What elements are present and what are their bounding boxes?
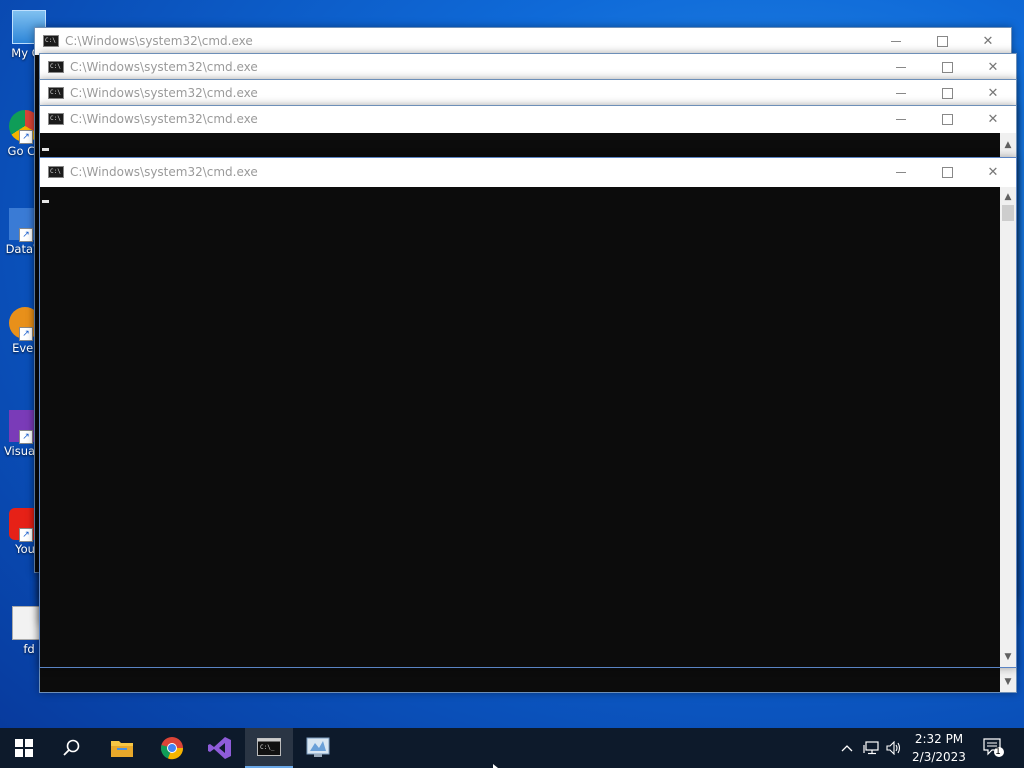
command-prompt-icon: C:\_ [257, 738, 281, 756]
visual-studio-icon [208, 737, 231, 759]
shortcut-arrow-icon: ↗ [19, 228, 33, 242]
chevron-up-icon [841, 745, 853, 752]
title-bar[interactable]: C:\ C:\Windows\system32\cmd.exe ✕ [40, 158, 1016, 187]
close-icon: ✕ [982, 34, 994, 49]
close-icon: ✕ [987, 112, 999, 127]
network-icon [863, 741, 879, 755]
cmd-icon: C:\ [48, 61, 64, 73]
window-title: C:\Windows\system32\cmd.exe [70, 60, 258, 74]
window-title: C:\Windows\system32\cmd.exe [70, 165, 258, 179]
scroll-up-arrow-icon[interactable]: ▲ [1000, 189, 1016, 205]
cmd-window-5[interactable]: C:\ C:\Windows\system32\cmd.exe ✕ ▲ ▼ [39, 157, 1017, 668]
cmd-icon: C:\ [48, 113, 64, 125]
chrome-button[interactable] [148, 728, 196, 768]
minimize-button[interactable] [878, 158, 924, 187]
window-title: C:\Windows\system32\cmd.exe [70, 112, 258, 126]
close-button[interactable]: ✕ [970, 54, 1016, 81]
close-icon: ✕ [987, 86, 999, 101]
minimize-button[interactable] [878, 106, 924, 133]
notification-count-badge: 1 [995, 747, 1001, 757]
minimize-icon [896, 67, 906, 68]
window-title: C:\Windows\system32\cmd.exe [70, 86, 258, 100]
shortcut-arrow-icon: ↗ [19, 327, 33, 341]
maximize-icon [941, 62, 953, 73]
visual-studio-button[interactable] [196, 728, 244, 768]
svg-text:C:\_: C:\_ [260, 744, 275, 751]
close-button[interactable]: ✕ [970, 106, 1016, 133]
close-button[interactable]: ✕ [970, 158, 1016, 187]
maximize-icon [941, 167, 953, 178]
minimize-button[interactable] [878, 54, 924, 81]
scroll-up-arrow-icon[interactable]: ▲ [1000, 137, 1016, 153]
control-panel-button[interactable] [294, 728, 342, 768]
show-hidden-icons-button[interactable] [836, 728, 858, 768]
title-bar[interactable]: C:\ C:\Windows\system32\cmd.exe ✕ [40, 80, 1016, 107]
taskbar: C:\_ 2:32 PM 2/3/2023 1 [0, 728, 1024, 768]
cmd-icon: C:\ [43, 35, 59, 47]
maximize-icon [936, 36, 948, 47]
network-button[interactable] [859, 728, 883, 768]
volume-button[interactable] [883, 728, 905, 768]
clock-time: 2:32 PM [914, 732, 964, 746]
console-area[interactable] [40, 187, 1000, 667]
title-bar[interactable]: C:\ C:\Windows\system32\cmd.exe ✕ [40, 106, 1016, 133]
folder-icon [111, 741, 133, 757]
window-title: C:\Windows\system32\cmd.exe [65, 34, 253, 48]
maximize-icon [941, 114, 953, 125]
shortcut-arrow-icon: ↗ [19, 430, 33, 444]
clock[interactable]: 2:32 PM 2/3/2023 [906, 730, 972, 766]
chrome-icon [161, 737, 184, 760]
vertical-scrollbar[interactable]: ▲ ▼ [1000, 187, 1016, 667]
minimize-button[interactable] [878, 80, 924, 107]
search-button[interactable] [48, 728, 96, 768]
minimize-icon [896, 93, 906, 94]
close-icon: ✕ [987, 165, 999, 180]
minimize-button[interactable] [873, 28, 919, 55]
close-icon: ✕ [987, 60, 999, 75]
title-bar[interactable]: C:\ C:\Windows\system32\cmd.exe ✕ [40, 54, 1016, 81]
minimize-icon [896, 172, 906, 173]
search-icon [63, 739, 80, 756]
action-center-button[interactable]: 1 [980, 728, 1008, 768]
close-button[interactable]: ✕ [965, 28, 1011, 55]
mouse-cursor-icon [493, 764, 498, 768]
file-explorer-button[interactable] [98, 728, 146, 768]
minimize-icon [891, 41, 901, 42]
maximize-button[interactable] [924, 80, 970, 107]
text-cursor [42, 200, 49, 203]
control-panel-icon [306, 737, 330, 757]
shortcut-arrow-icon: ↗ [19, 528, 33, 542]
text-cursor [42, 148, 49, 151]
scroll-down-arrow-icon[interactable]: ▼ [1000, 674, 1016, 690]
scrollbar-thumb[interactable] [1002, 205, 1014, 221]
shortcut-arrow-icon: ↗ [19, 130, 33, 144]
title-bar[interactable]: C:\ C:\Windows\system32\cmd.exe ✕ [35, 28, 1011, 55]
maximize-button[interactable] [924, 54, 970, 81]
speaker-icon [886, 741, 901, 755]
maximize-button[interactable] [924, 106, 970, 133]
cmd-icon: C:\ [48, 87, 64, 99]
minimize-icon [896, 119, 906, 120]
cmd-icon: C:\ [48, 166, 64, 178]
maximize-icon [941, 88, 953, 99]
maximize-button[interactable] [924, 158, 970, 187]
maximize-button[interactable] [919, 28, 965, 55]
windows-logo-icon [15, 739, 33, 757]
command-prompt-button[interactable]: C:\_ [245, 728, 293, 768]
start-button[interactable] [0, 728, 48, 768]
clock-date: 2/3/2023 [912, 750, 966, 764]
scroll-down-arrow-icon[interactable]: ▼ [1000, 649, 1016, 665]
close-button[interactable]: ✕ [970, 80, 1016, 107]
